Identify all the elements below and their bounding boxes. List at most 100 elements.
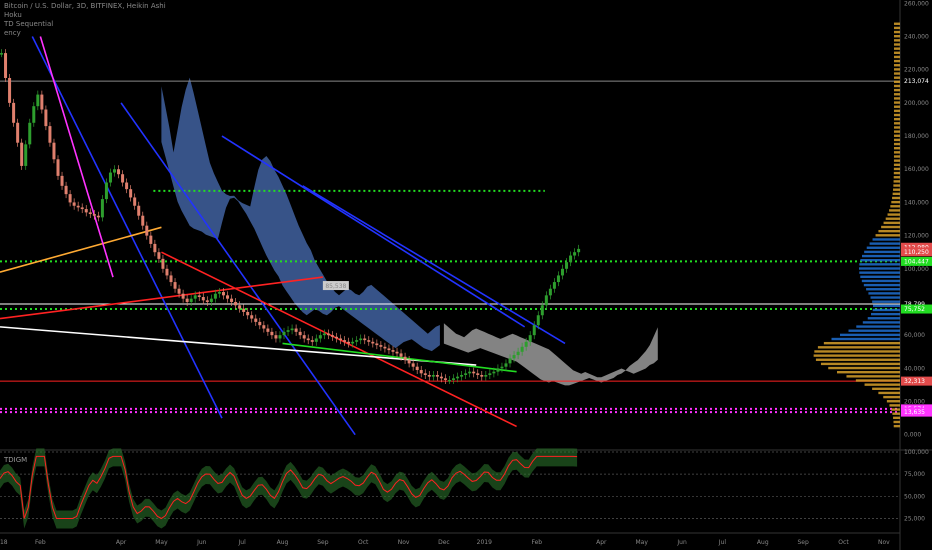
candle-body <box>246 311 250 316</box>
candle-body <box>363 338 367 341</box>
candle-body <box>125 182 129 190</box>
candle-body <box>536 315 540 326</box>
volume-profile-bar <box>893 117 900 121</box>
candle-body <box>68 194 72 203</box>
volume-profile-bar <box>893 134 900 137</box>
volume-profile-bar <box>859 263 900 266</box>
price-label: 104,447 <box>904 258 929 265</box>
volume-profile-bar <box>869 242 900 245</box>
annotation-text: 85,538 <box>325 283 346 290</box>
candle-body <box>419 370 423 374</box>
candle-body <box>36 94 40 107</box>
volume-profile-bar <box>893 151 900 154</box>
x-tick-label: Dec <box>438 539 450 546</box>
x-tick-label: Apr <box>116 539 127 546</box>
x-tick-label: Jun <box>196 539 207 546</box>
candle-body <box>359 338 363 341</box>
volume-profile-bar <box>866 288 900 291</box>
candle-body <box>306 338 310 341</box>
y-tick-label: 100,000 <box>904 266 929 273</box>
candle-body <box>314 338 318 342</box>
price-label: 75,752 <box>904 306 925 313</box>
volume-profile-bar <box>894 109 900 113</box>
volume-profile-bar <box>893 180 900 183</box>
volume-profile-bar <box>887 213 900 216</box>
volume-profile-bar <box>863 283 900 287</box>
x-tick-label: 2019 <box>477 539 492 546</box>
candle-body <box>318 335 322 339</box>
volume-profile-bar <box>894 64 900 67</box>
volume-profile-bar <box>893 155 900 158</box>
volume-profile-bar <box>893 126 900 129</box>
candle-body <box>565 262 569 269</box>
x-tick-label: May <box>636 539 649 546</box>
volume-profile-bar <box>872 308 900 312</box>
candle-body <box>512 355 516 359</box>
candle-body <box>310 340 314 342</box>
candle-body <box>500 366 504 369</box>
candle-body <box>40 94 44 110</box>
volume-profile-bar <box>875 234 900 237</box>
candle-body <box>375 343 379 346</box>
volume-profile-bar <box>862 321 900 324</box>
volume-profile-bar <box>893 163 900 166</box>
candle-body <box>133 197 137 206</box>
candle-body <box>480 374 484 377</box>
candle-body <box>141 215 145 226</box>
candle-body <box>395 351 399 354</box>
volume-profile-bar <box>894 84 900 88</box>
volume-profile-bar <box>859 271 900 274</box>
candle-body <box>177 288 181 294</box>
volume-profile-bar <box>864 383 900 386</box>
volume-profile-bar <box>870 296 900 299</box>
volume-profile-bar <box>848 329 900 332</box>
candle-body <box>573 252 577 256</box>
candle-body <box>60 175 64 186</box>
candle-body <box>484 374 488 377</box>
volume-profile-bar <box>872 304 900 308</box>
candle-body <box>322 333 326 336</box>
volume-profile-bar <box>872 238 900 241</box>
candle-body <box>343 340 347 342</box>
volume-profile-bar <box>881 225 900 229</box>
y-tick-label: 180,000 <box>904 133 929 140</box>
volume-profile-bar <box>893 416 900 420</box>
osc-tick-label: 100,000 <box>904 449 929 456</box>
candle-body <box>488 373 492 375</box>
price-chart[interactable]: 85,538 260,000 240,000 220,000 200,000 180,00… <box>0 0 932 550</box>
candle-body <box>234 301 238 306</box>
candle-body <box>117 169 121 175</box>
candle-body <box>113 169 117 173</box>
candle-body <box>334 336 338 339</box>
candle-body <box>189 298 193 302</box>
y-tick-label: 220,000 <box>904 67 929 74</box>
candle-body <box>347 341 351 344</box>
candle-body <box>20 142 24 166</box>
candle-body <box>443 378 447 380</box>
volume-profile-bar <box>856 325 900 328</box>
candle-body <box>4 53 8 78</box>
chart-root: 85,538 260,000 240,000 220,000 200,000 180,00… <box>0 0 932 550</box>
candle-body <box>504 363 508 367</box>
volume-profile-bar <box>893 188 900 191</box>
price-label: 213,074 <box>904 78 929 85</box>
candle-body <box>173 282 177 289</box>
volume-profile-bar <box>831 337 900 341</box>
x-tick-label: Apr <box>596 539 607 546</box>
candle-body <box>161 258 165 269</box>
candle-body <box>226 295 230 299</box>
trend-line-4 <box>0 276 323 320</box>
x-tick-label: May <box>155 539 168 546</box>
candle-body <box>238 305 242 309</box>
candle-body <box>492 371 496 374</box>
volume-profile-bar <box>890 205 900 208</box>
candle-body <box>476 373 480 375</box>
candle-body <box>169 275 173 283</box>
ichimoku-cloud-blue <box>161 77 440 352</box>
volume-profile-bar <box>894 105 900 108</box>
candle-body <box>379 345 383 347</box>
candle-body <box>351 341 355 344</box>
osc-tick-label: 75,000 <box>904 471 925 478</box>
candle-body <box>80 207 84 210</box>
volume-profile-bar <box>893 167 900 171</box>
